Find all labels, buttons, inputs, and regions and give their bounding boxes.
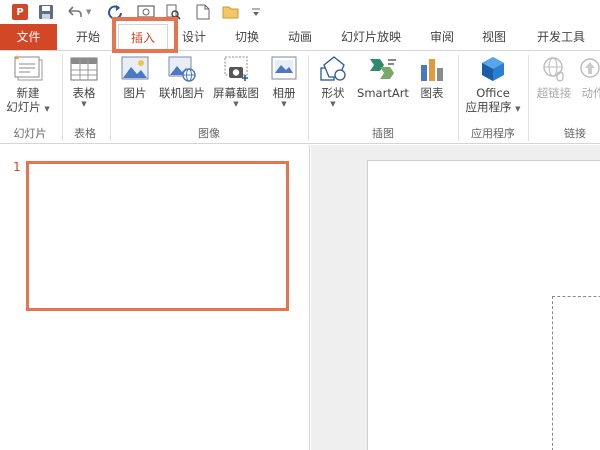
present-icon[interactable]	[137, 2, 155, 22]
group-divider	[458, 55, 459, 141]
group-label-illustrations: 插图	[372, 127, 394, 140]
hyperlink-button[interactable]: 超链接	[533, 55, 575, 100]
photo-album-icon	[271, 56, 297, 80]
redo-icon[interactable]	[107, 2, 123, 22]
action-label: 动作	[581, 86, 600, 100]
quick-access-toolbar: P ▼	[0, 0, 600, 24]
online-picture-icon	[168, 56, 196, 82]
smartart-button[interactable]: SmartArt	[355, 55, 411, 100]
online-picture-label: 联机图片	[159, 86, 205, 100]
screenshot-icon	[224, 56, 248, 81]
office-apps-icon	[482, 57, 504, 81]
office-apps-label-2: 应用程序 ▼	[465, 100, 521, 114]
save-icon[interactable]	[38, 2, 54, 22]
group-divider	[528, 55, 529, 141]
new-slide-button[interactable]: 新建 幻灯片 ▼	[6, 55, 50, 116]
group-label-images: 图像	[198, 127, 220, 140]
hyperlink-label: 超链接	[536, 86, 572, 100]
photo-album-button[interactable]: 相册 ▼	[266, 55, 302, 108]
group-divider	[308, 55, 309, 141]
group-label-links: 链接	[564, 127, 586, 140]
action-icon	[580, 58, 600, 78]
smartart-icon	[370, 59, 396, 79]
photo-album-label: 相册	[272, 86, 296, 100]
office-apps-button[interactable]: Office 应用程序 ▼	[462, 55, 524, 116]
smartart-label: SmartArt	[357, 86, 409, 100]
screenshot-button[interactable]: 屏幕截图 ▼	[210, 55, 262, 108]
picture-button[interactable]: 图片	[116, 55, 154, 100]
tab-insert[interactable]: 插入	[118, 24, 168, 51]
slide-number: 1	[13, 160, 21, 174]
shapes-button[interactable]: 形状 ▼	[314, 55, 352, 108]
photo-album-dropdown-icon: ▼	[281, 100, 287, 108]
screenshot-label: 屏幕截图	[213, 86, 259, 100]
tab-home[interactable]: 开始	[66, 24, 110, 50]
office-apps-label-1: Office	[476, 86, 510, 100]
tab-file[interactable]: 文件	[0, 24, 57, 50]
tab-design[interactable]: 设计	[172, 24, 216, 50]
table-icon	[70, 57, 98, 81]
chart-icon	[421, 59, 443, 81]
group-label-apps: 应用程序	[471, 127, 515, 140]
tab-view[interactable]: 视图	[472, 24, 516, 50]
screenshot-dropdown-icon: ▼	[233, 100, 239, 108]
tab-developer[interactable]: 开发工具	[530, 24, 592, 50]
picture-icon	[121, 56, 149, 80]
undo-dropdown-icon[interactable]: ▼	[86, 2, 91, 22]
undo-icon[interactable]	[66, 2, 82, 22]
table-button[interactable]: 表格 ▼	[66, 55, 102, 108]
action-button[interactable]: 动作	[578, 55, 600, 100]
ribbon: 新建 幻灯片 ▼ 幻灯片 表格 ▼ 表格 图片 联机图片 屏幕截图 ▼ 相册 ▼…	[0, 50, 600, 144]
online-picture-button[interactable]: 联机图片	[156, 55, 208, 100]
chart-button[interactable]: 图表	[414, 55, 450, 100]
chart-label: 图表	[420, 86, 444, 100]
print-preview-icon[interactable]	[165, 2, 181, 22]
slide-thumbnail[interactable]	[26, 161, 289, 311]
customize-icon[interactable]	[251, 2, 261, 22]
shapes-icon	[320, 56, 346, 81]
app-logo-letter: P	[12, 4, 28, 20]
table-dropdown-icon: ▼	[81, 100, 87, 108]
tab-animations[interactable]: 动画	[278, 24, 322, 50]
ribbon-tabs: 文件 开始 插入 设计 切换 动画 幻灯片放映 审阅 视图 开发工具	[0, 24, 600, 51]
content-placeholder[interactable]	[552, 296, 600, 450]
group-label-tables: 表格	[74, 127, 96, 140]
new-slide-label-1: 新建	[16, 86, 40, 100]
tab-review[interactable]: 审阅	[420, 24, 464, 50]
tab-slideshow[interactable]: 幻灯片放映	[335, 24, 407, 50]
group-label-slides: 幻灯片	[13, 127, 47, 140]
new-slide-icon	[14, 55, 43, 81]
open-icon[interactable]	[222, 2, 240, 22]
shapes-dropdown-icon: ▼	[330, 100, 336, 108]
hyperlink-icon	[543, 57, 564, 82]
new-slide-label-2: 幻灯片 ▼	[6, 100, 50, 114]
group-divider	[110, 55, 111, 141]
tab-transitions[interactable]: 切换	[225, 24, 269, 50]
shapes-label: 形状	[321, 86, 345, 100]
table-label: 表格	[72, 86, 96, 100]
powerpoint-logo: P	[12, 2, 28, 22]
picture-label: 图片	[123, 86, 147, 100]
new-icon[interactable]	[196, 2, 210, 22]
